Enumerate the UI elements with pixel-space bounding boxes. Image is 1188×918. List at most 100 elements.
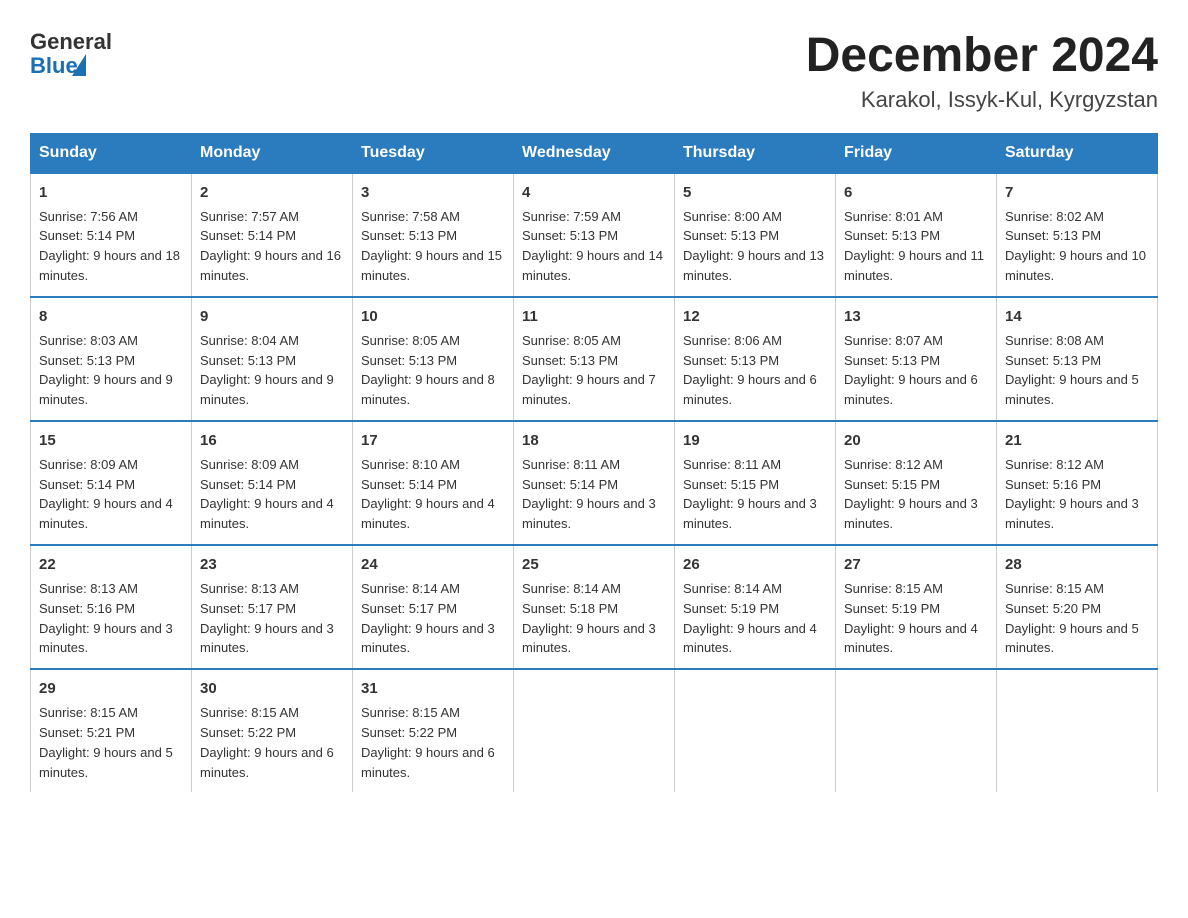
day-sunrise: Sunrise: 8:14 AM: [361, 581, 460, 596]
day-number: 20: [844, 430, 988, 452]
day-sunset: Sunset: 5:16 PM: [39, 601, 135, 616]
day-sunset: Sunset: 5:19 PM: [683, 601, 779, 616]
week-row-4: 22Sunrise: 8:13 AMSunset: 5:16 PMDayligh…: [31, 545, 1158, 669]
day-sunset: Sunset: 5:15 PM: [844, 477, 940, 492]
day-daylight: Daylight: 9 hours and 3 minutes.: [522, 621, 656, 656]
day-sunset: Sunset: 5:13 PM: [361, 228, 457, 243]
day-number: 11: [522, 306, 666, 328]
day-cell: 4Sunrise: 7:59 AMSunset: 5:13 PMDaylight…: [514, 173, 675, 297]
day-header-thursday: Thursday: [675, 133, 836, 173]
day-daylight: Daylight: 9 hours and 5 minutes.: [39, 745, 173, 780]
day-cell: 30 Sunrise: 8:15 AM Sunset: 5:22 PM Dayligh…: [192, 669, 353, 792]
day-sunset: Sunset: 5:14 PM: [39, 477, 135, 492]
day-cell: 16 Sunrise: 8:09 AM Sunset: 5:14 PM Dayligh…: [192, 421, 353, 545]
week-row-3: 15 Sunrise: 8:09 AM Sunset: 5:14 PM Dayligh…: [31, 421, 1158, 545]
day-sunset: Sunset: 5:13 PM: [522, 353, 618, 368]
day-cell: 29Sunrise: 8:15 AMSunset: 5:21 PMDayligh…: [31, 669, 192, 792]
day-sunrise: Sunrise: 8:03 AM: [39, 333, 138, 348]
day-sunset: Sunset: 5:13 PM: [361, 353, 457, 368]
day-cell: 13Sunrise: 8:07 AMSunset: 5:13 PMDayligh…: [836, 297, 997, 421]
day-sunrise: Sunrise: 8:15 AM: [1005, 581, 1104, 596]
day-sunrise: Sunrise: 8:06 AM: [683, 333, 782, 348]
day-cell: 18Sunrise: 8:11 AMSunset: 5:14 PMDayligh…: [514, 421, 675, 545]
day-cell: [836, 669, 997, 792]
day-sunset: Sunset: 5:14 PM: [361, 477, 457, 492]
day-daylight: Daylight: 9 hours and 13 minutes.: [683, 248, 824, 283]
day-sunrise: Sunrise: 8:13 AM: [200, 581, 299, 596]
day-sunrise: Sunrise: 7:59 AM: [522, 209, 621, 224]
day-sunset: Sunset: 5:13 PM: [1005, 353, 1101, 368]
day-number: 30: [200, 678, 344, 700]
day-number: 2: [200, 182, 344, 204]
day-daylight: Daylight: 9 hours and 3 minutes.: [361, 621, 495, 656]
day-cell: 21Sunrise: 8:12 AMSunset: 5:16 PMDayligh…: [997, 421, 1158, 545]
day-cell: 1Sunrise: 7:56 AMSunset: 5:14 PMDaylight…: [31, 173, 192, 297]
day-daylight: Daylight: 9 hours and 5 minutes.: [1005, 372, 1139, 407]
day-sunset: Sunset: 5:22 PM: [200, 725, 296, 740]
day-number: 15: [39, 430, 183, 452]
day-sunrise: Sunrise: 8:11 AM: [683, 457, 781, 472]
logo-blue-text: Blue: [30, 54, 78, 78]
day-daylight: Daylight: 9 hours and 4 minutes.: [361, 496, 495, 531]
day-sunset: Sunset: 5:14 PM: [39, 228, 135, 243]
day-number: 16: [200, 430, 344, 452]
day-daylight: Daylight: 9 hours and 3 minutes.: [844, 496, 978, 531]
week-row-1: 1 Sunrise: 7:56 AM Sunset: 5:14 PM Daylight…: [31, 173, 1158, 297]
day-number: 14: [1005, 306, 1149, 328]
day-sunset: Sunset: 5:20 PM: [1005, 601, 1101, 616]
day-sunset: Sunset: 5:13 PM: [1005, 228, 1101, 243]
day-number: 12: [683, 306, 827, 328]
day-sunrise: Sunrise: 8:14 AM: [683, 581, 782, 596]
day-number: 23: [200, 554, 344, 576]
day-sunrise: Sunrise: 8:15 AM: [39, 705, 138, 720]
day-daylight: Daylight: 9 hours and 6 minutes.: [361, 745, 495, 780]
day-cell: 14Sunrise: 8:08 AMSunset: 5:13 PMDayligh…: [997, 297, 1158, 421]
day-sunrise: Sunrise: 8:02 AM: [1005, 209, 1104, 224]
day-number: 19: [683, 430, 827, 452]
day-daylight: Daylight: 9 hours and 11 minutes.: [844, 248, 984, 283]
day-header-friday: Friday: [836, 133, 997, 173]
logo: General Blue: [30, 30, 112, 78]
week-row-5: 29Sunrise: 8:15 AMSunset: 5:21 PMDayligh…: [31, 669, 1158, 792]
day-number: 21: [1005, 430, 1149, 452]
day-daylight: Daylight: 9 hours and 7 minutes.: [522, 372, 656, 407]
day-cell: 11Sunrise: 8:05 AMSunset: 5:13 PMDayligh…: [514, 297, 675, 421]
day-sunset: Sunset: 5:14 PM: [200, 477, 296, 492]
day-number: 13: [844, 306, 988, 328]
day-header-tuesday: Tuesday: [353, 133, 514, 173]
day-daylight: Daylight: 9 hours and 6 minutes.: [683, 372, 817, 407]
day-sunrise: Sunrise: 8:11 AM: [522, 457, 620, 472]
day-sunrise: Sunrise: 8:09 AM: [200, 457, 299, 472]
day-cell: 7Sunrise: 8:02 AMSunset: 5:13 PMDaylight…: [997, 173, 1158, 297]
day-sunrise: Sunrise: 7:56 AM: [39, 209, 138, 224]
day-sunrise: Sunrise: 8:15 AM: [200, 705, 299, 720]
day-number: 9: [200, 306, 344, 328]
calendar-header-row: SundayMondayTuesdayWednesdayThursdayFrid…: [31, 133, 1158, 173]
day-sunset: Sunset: 5:17 PM: [200, 601, 296, 616]
day-sunrise: Sunrise: 7:57 AM: [200, 209, 299, 224]
day-sunrise: Sunrise: 8:12 AM: [844, 457, 943, 472]
day-number: 7: [1005, 182, 1149, 204]
day-sunset: Sunset: 5:21 PM: [39, 725, 135, 740]
day-cell: 5Sunrise: 8:00 AMSunset: 5:13 PMDaylight…: [675, 173, 836, 297]
day-cell: 24Sunrise: 8:14 AMSunset: 5:17 PMDayligh…: [353, 545, 514, 669]
page-header: General Blue December 2024 Karakol, Issy…: [30, 30, 1158, 113]
day-cell: 6Sunrise: 8:01 AMSunset: 5:13 PMDaylight…: [836, 173, 997, 297]
day-number: 4: [522, 182, 666, 204]
day-sunrise: Sunrise: 8:12 AM: [1005, 457, 1104, 472]
day-number: 18: [522, 430, 666, 452]
day-sunrise: Sunrise: 8:05 AM: [361, 333, 460, 348]
day-cell: [675, 669, 836, 792]
day-sunset: Sunset: 5:13 PM: [522, 228, 618, 243]
day-sunset: Sunset: 5:13 PM: [683, 228, 779, 243]
day-sunrise: Sunrise: 8:07 AM: [844, 333, 943, 348]
day-daylight: Daylight: 9 hours and 3 minutes.: [1005, 496, 1139, 531]
day-cell: 12Sunrise: 8:06 AMSunset: 5:13 PMDayligh…: [675, 297, 836, 421]
day-daylight: Daylight: 9 hours and 6 minutes.: [200, 745, 334, 780]
day-sunset: Sunset: 5:13 PM: [39, 353, 135, 368]
day-sunset: Sunset: 5:13 PM: [200, 353, 296, 368]
day-daylight: Daylight: 9 hours and 4 minutes.: [200, 496, 334, 531]
day-daylight: Daylight: 9 hours and 9 minutes.: [200, 372, 334, 407]
day-number: 1: [39, 182, 183, 204]
day-cell: 10Sunrise: 8:05 AMSunset: 5:13 PMDayligh…: [353, 297, 514, 421]
